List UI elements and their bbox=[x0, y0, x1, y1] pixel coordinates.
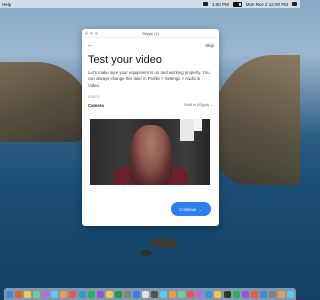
dock-app-icon[interactable] bbox=[60, 290, 68, 298]
dock-app-icon[interactable] bbox=[223, 290, 231, 298]
dock-app-icon[interactable] bbox=[286, 290, 294, 298]
arrow-right-icon: → bbox=[198, 206, 203, 212]
dock-app-icon[interactable] bbox=[6, 290, 13, 298]
wallpaper-rock bbox=[140, 250, 152, 256]
dock-app-icon[interactable] bbox=[151, 290, 158, 298]
dock-app-icon[interactable] bbox=[259, 290, 267, 298]
dock-app-icon[interactable] bbox=[96, 290, 104, 298]
dock bbox=[4, 288, 296, 300]
top-bar: ← Skip bbox=[82, 41, 219, 50]
video-preview bbox=[90, 119, 210, 185]
dock-app-icon[interactable] bbox=[187, 290, 195, 298]
dock-app-icon[interactable] bbox=[123, 290, 131, 298]
camera-label: Camera bbox=[88, 102, 104, 108]
window-controls bbox=[85, 31, 98, 35]
dock-app-icon[interactable] bbox=[42, 290, 50, 298]
dock-app-icon[interactable] bbox=[241, 290, 249, 298]
minimize-window-icon[interactable] bbox=[90, 31, 93, 35]
dock-app-icon[interactable] bbox=[205, 290, 213, 298]
dock-app-icon[interactable] bbox=[24, 290, 32, 298]
arrow-left-icon[interactable]: ← bbox=[87, 42, 94, 49]
section-label-video: VIDEO bbox=[88, 94, 100, 99]
dock-app-icon[interactable] bbox=[141, 290, 149, 298]
menu-bar-status: 1:00 PM Mon Nov 2 12:00 PM bbox=[202, 1, 300, 7]
dock-app-icon[interactable] bbox=[169, 290, 177, 298]
dock-app-icon[interactable] bbox=[232, 290, 240, 298]
menu-app-name[interactable]: Help bbox=[2, 2, 11, 7]
wallpaper-rock bbox=[268, 162, 284, 174]
menu-clock[interactable]: Mon Nov 2 12:00 PM bbox=[246, 2, 288, 7]
continue-label: Continue bbox=[179, 206, 197, 212]
dock-app-icon[interactable] bbox=[268, 290, 276, 298]
dock-app-icon[interactable] bbox=[33, 290, 41, 298]
skip-button[interactable]: Skip bbox=[205, 43, 214, 48]
dock-app-icon[interactable] bbox=[160, 290, 168, 298]
chevron-down-icon: ⌄ bbox=[210, 103, 213, 108]
wallpaper-rock bbox=[150, 238, 178, 248]
wifi-icon[interactable] bbox=[202, 2, 208, 6]
continue-button[interactable]: Continue → bbox=[171, 202, 211, 216]
skype-test-video-window: Skype (1) ← Skip Test your video Let's m… bbox=[82, 29, 219, 226]
dock-app-icon[interactable] bbox=[114, 290, 122, 298]
dock-app-icon[interactable] bbox=[51, 290, 59, 298]
dock-app-icon[interactable] bbox=[277, 290, 285, 298]
dock-app-icon[interactable] bbox=[178, 290, 186, 298]
page-description: Let's make sure your equipment is on and… bbox=[88, 70, 210, 88]
menu-status-text: 1:00 PM bbox=[211, 1, 229, 7]
close-window-icon[interactable] bbox=[85, 31, 88, 35]
dock-app-icon[interactable] bbox=[132, 290, 140, 298]
dock-app-icon[interactable] bbox=[105, 290, 113, 298]
wallpaper-island-right bbox=[210, 55, 300, 185]
dock-app-icon[interactable] bbox=[250, 290, 258, 298]
battery-icon[interactable] bbox=[232, 1, 242, 7]
video-window-light bbox=[180, 119, 194, 141]
menu-bar: Help 1:00 PM Mon Nov 2 12:00 PM bbox=[0, 0, 300, 8]
camera-select-value: Built-in (iSight) bbox=[184, 103, 210, 108]
dock-app-icon[interactable] bbox=[214, 290, 222, 298]
dock-app-icon[interactable] bbox=[69, 290, 77, 298]
camera-select[interactable]: Built-in (iSight)⌄ bbox=[184, 103, 213, 107]
dock-app-icon[interactable] bbox=[87, 290, 95, 298]
dock-app-icon[interactable] bbox=[15, 290, 23, 298]
control-center-icon[interactable] bbox=[292, 2, 297, 6]
zoom-window-icon[interactable] bbox=[95, 31, 98, 35]
wallpaper-island-left bbox=[0, 62, 92, 142]
window-titlebar: Skype (1) bbox=[82, 29, 219, 38]
video-lamp bbox=[194, 119, 202, 131]
window-title: Skype (1) bbox=[141, 30, 160, 36]
dock-app-icon[interactable] bbox=[78, 290, 86, 298]
page-title: Test your video bbox=[88, 54, 162, 66]
dock-app-icon[interactable] bbox=[196, 290, 204, 298]
video-person-face bbox=[130, 125, 172, 185]
camera-row: Camera Built-in (iSight)⌄ bbox=[88, 103, 213, 108]
